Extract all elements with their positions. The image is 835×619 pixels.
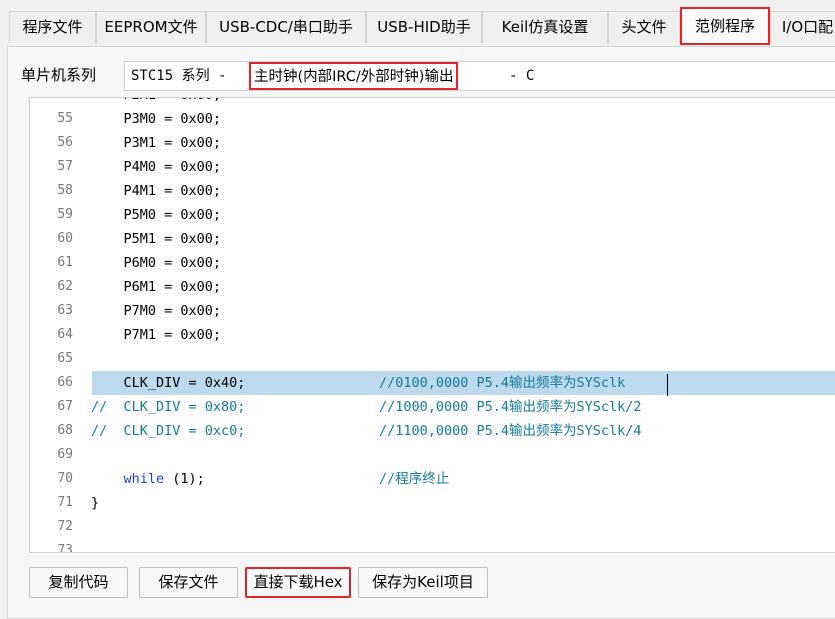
tab-usb-cdc[interactable]: USB-CDC/串口助手 <box>206 11 366 43</box>
series-select[interactable]: STC15 系列 - 主时钟(内部IRC/外部时钟)输出 - C <box>124 61 835 91</box>
line-number: 66 <box>57 375 73 390</box>
line-number: 65 <box>57 351 73 366</box>
code-text: // CLK_DIV = 0xc0; <box>91 423 246 439</box>
code-line: 68 // CLK_DIV = 0xc0; //1100,0000 P5.4输出频率… <box>30 419 835 443</box>
line-number: 60 <box>57 231 73 246</box>
code-line: 69 <box>30 443 835 467</box>
copy-code-button[interactable]: 复制代码 <box>29 567 128 598</box>
code-comment: //0100,0000 P5.4输出频率为SYSclk <box>379 375 626 391</box>
code-text: P5M1 = 0x00; <box>91 231 222 247</box>
tab-bar: 程序文件 EEPROM文件 USB-CDC/串口助手 USB-HID助手 Kei… <box>0 0 835 46</box>
code-text: CLK_DIV = 0x40; <box>91 375 246 391</box>
tab-keil-settings[interactable]: Keil仿真设置 <box>482 11 608 43</box>
code-line: 63 P7M0 = 0x00; <box>30 299 835 323</box>
line-number: 64 <box>57 327 73 342</box>
code-line: 56 P3M1 = 0x00; <box>30 131 835 155</box>
tab-eeprom-file[interactable]: EEPROM文件 <box>96 11 206 43</box>
tab-header-files[interactable]: 头文件 <box>608 11 680 43</box>
code-text: P5M0 = 0x00; <box>91 207 222 223</box>
code-line: 62 P6M1 = 0x00; <box>30 275 835 299</box>
code-line: 57 P4M0 = 0x00; <box>30 155 835 179</box>
code-text: // CLK_DIV = 0x80; <box>91 399 246 415</box>
code-text: P7M0 = 0x00; <box>91 303 222 319</box>
code-text: P4M1 = 0x00; <box>91 183 222 199</box>
line-number: 72 <box>57 519 73 534</box>
series-example-name: 主时钟(内部IRC/外部时钟)输出 <box>249 62 459 90</box>
tab-usb-hid[interactable]: USB-HID助手 <box>366 11 482 43</box>
line-number: 58 <box>57 183 73 198</box>
line-number: 67 <box>57 399 73 414</box>
line-number: 55 <box>57 111 73 126</box>
download-hex-button[interactable]: 直接下载Hex <box>245 567 351 598</box>
code-line: 60 P5M1 = 0x00; <box>30 227 835 251</box>
code-line: 73 <box>30 539 835 553</box>
code-line: 64 P7M1 = 0x00; <box>30 323 835 347</box>
code-text: while (1); <box>123 471 205 487</box>
line-number: 61 <box>57 255 73 270</box>
code-line: 71} <box>30 491 835 515</box>
code-comment: //1000,0000 P5.4输出频率为SYSclk/2 <box>379 399 642 415</box>
tab-example-programs[interactable]: 范例程序 <box>680 7 770 45</box>
series-label: 单片机系列 <box>21 66 97 84</box>
code-line: 55 P3M0 = 0x00; <box>30 107 835 131</box>
code-line: 70 while (1); //程序终止 <box>30 467 835 491</box>
tab-io-config[interactable]: I/O口配 <box>770 11 835 43</box>
line-number: 73 <box>57 543 73 553</box>
line-number: 68 <box>57 423 73 438</box>
code-text: P3M0 = 0x00; <box>91 111 222 127</box>
line-number: 56 <box>57 135 73 150</box>
code-line: 61 P6M0 = 0x00; <box>30 251 835 275</box>
text-cursor <box>667 374 668 396</box>
code-editor[interactable]: 54 P2M1 = 0x00;55 P3M0 = 0x00;56 P3M1 = … <box>29 97 835 553</box>
line-number: 63 <box>57 303 73 318</box>
line-number: 69 <box>57 447 73 462</box>
line-number: 59 <box>57 207 73 222</box>
code-text: P6M0 = 0x00; <box>91 255 222 271</box>
save-file-button[interactable]: 保存文件 <box>139 567 238 598</box>
code-comment: //程序终止 <box>379 471 450 487</box>
code-line: 58 P4M1 = 0x00; <box>30 179 835 203</box>
code-line: 67 // CLK_DIV = 0x80; //1000,0000 P5.4输出频率… <box>30 395 835 419</box>
line-number: 71 <box>57 495 73 510</box>
save-keil-project-button[interactable]: 保存为Keil项目 <box>358 567 488 598</box>
code-line: 66 CLK_DIV = 0x40; //0100,0000 P5.4输出频率为S… <box>30 371 835 395</box>
tab-program-file[interactable]: 程序文件 <box>9 11 96 43</box>
code-text: P6M1 = 0x00; <box>91 279 222 295</box>
line-number: 70 <box>57 471 73 486</box>
series-prefix: STC15 系列 - <box>131 68 227 84</box>
line-number: 54 <box>30 98 73 107</box>
series-suffix: - C <box>509 68 535 84</box>
code-text: } <box>91 495 100 511</box>
line-number: 57 <box>57 159 73 174</box>
keyword-while: while <box>123 471 165 487</box>
code-line: 54 P2M1 = 0x00; <box>30 98 835 107</box>
code-text: P4M0 = 0x00; <box>91 159 222 175</box>
line-number: 62 <box>57 279 73 294</box>
code-text: P7M1 = 0x00; <box>91 327 222 343</box>
code-line: 65 <box>30 347 835 371</box>
code-text: P3M1 = 0x00; <box>91 135 222 151</box>
code-line: 59 P5M0 = 0x00; <box>30 203 835 227</box>
code-line: 72 <box>30 515 835 539</box>
code-comment: //1100,0000 P5.4输出频率为SYSclk/4 <box>379 423 642 439</box>
code-text: P2M1 = 0x00; <box>91 98 222 107</box>
